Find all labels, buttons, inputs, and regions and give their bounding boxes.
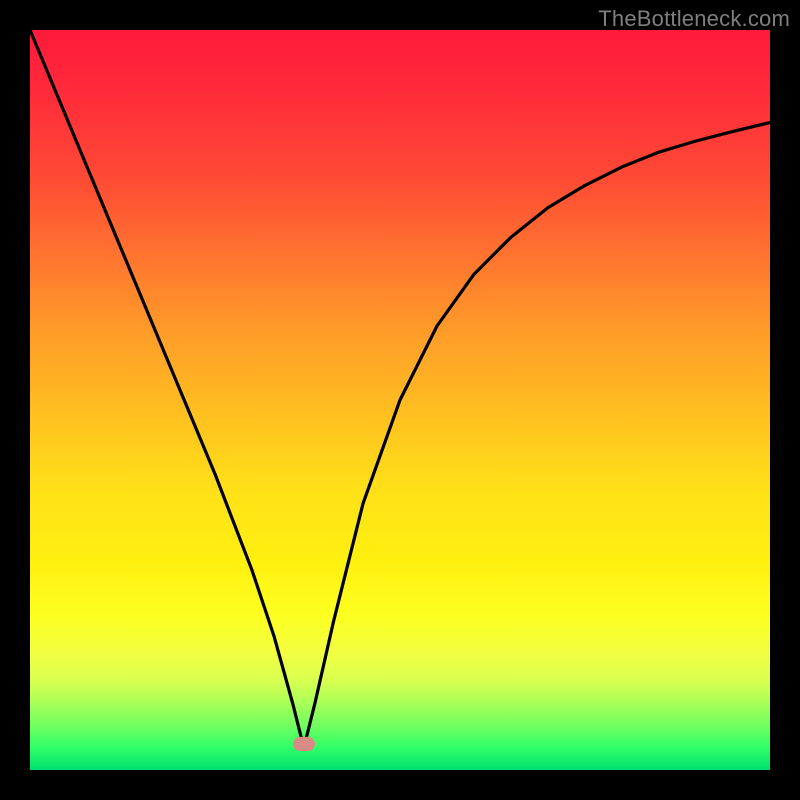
bottleneck-curve (30, 30, 770, 748)
chart-area (30, 30, 770, 770)
minimum-marker (293, 737, 315, 751)
curve-layer (30, 30, 770, 770)
watermark-text: TheBottleneck.com (598, 6, 790, 32)
